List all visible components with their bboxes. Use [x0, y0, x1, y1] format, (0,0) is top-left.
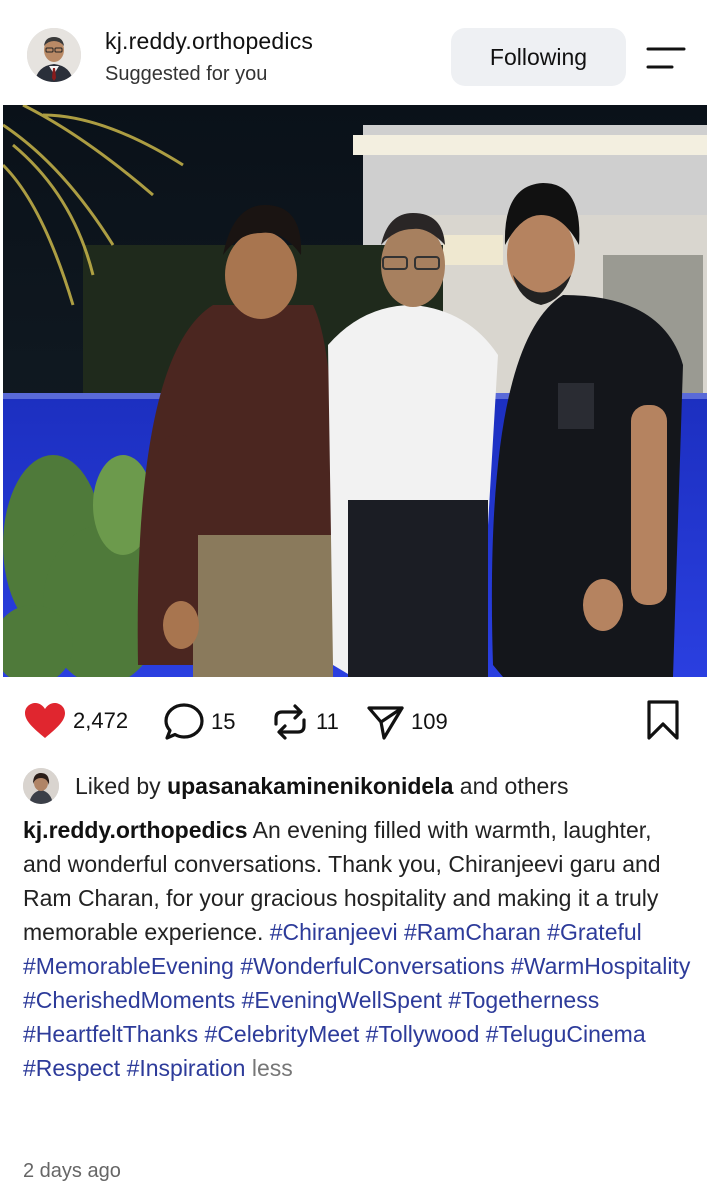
liked-by-suffix: and others [453, 772, 569, 799]
hashtag-link[interactable]: #CelebrityMeet [205, 1021, 360, 1047]
like-action[interactable]: 2,472 [23, 702, 128, 740]
liked-by-text: Liked by upasanakaminenikonidela and oth… [75, 773, 568, 800]
hashtag-link[interactable]: #EveningWellSpent [242, 987, 442, 1013]
reposts-count: 11 [316, 709, 339, 734]
liked-by-prefix: Liked by [75, 772, 168, 799]
hashtag-link[interactable]: #Togetherness [448, 987, 599, 1013]
less-link[interactable]: less [252, 1055, 293, 1081]
likes-count: 2,472 [73, 708, 129, 733]
comments-count: 15 [211, 709, 236, 734]
heart-icon[interactable] [23, 702, 67, 740]
hashtag-link[interactable]: #Inspiration [127, 1055, 246, 1081]
post-caption: kj.reddy.orthopedics An evening filled w… [23, 813, 695, 1085]
send-icon[interactable] [365, 702, 405, 742]
hashtag-link[interactable]: #RamCharan [404, 919, 541, 945]
share-action[interactable]: 109 [365, 702, 448, 742]
hashtag-link[interactable]: #Respect [23, 1055, 120, 1081]
shares-count: 109 [411, 709, 448, 734]
post-actions: 2,472 15 11 109 [0, 690, 707, 752]
post-header: kj.reddy.orthopedics Suggested for you F… [0, 0, 707, 105]
hashtag-link[interactable]: #CherishedMoments [23, 987, 235, 1013]
liker-avatar-icon[interactable] [23, 768, 59, 804]
menu-icon[interactable] [645, 44, 687, 72]
post-timestamp: 2 days ago [23, 1160, 121, 1182]
header-username[interactable]: kj.reddy.orthopedics [105, 28, 313, 55]
comment-action[interactable]: 15 [163, 702, 235, 742]
repost-icon[interactable] [270, 702, 310, 742]
hashtag-link[interactable]: #WarmHospitality [511, 953, 690, 979]
liked-by-username[interactable]: upasanakaminenikonidela [167, 773, 453, 799]
repost-action[interactable]: 11 [270, 702, 339, 742]
header-subtitle: Suggested for you [105, 63, 268, 85]
bookmark-icon[interactable] [645, 700, 681, 745]
hashtag-link[interactable]: #Tollywood [366, 1021, 480, 1047]
liked-by-row: Liked by upasanakaminenikonidela and oth… [23, 768, 568, 804]
caption-username[interactable]: kj.reddy.orthopedics [23, 817, 248, 843]
hashtag-link[interactable]: #TeluguCinema [486, 1021, 646, 1047]
hashtag-link[interactable]: #Chiranjeevi [270, 919, 398, 945]
hashtag-link[interactable]: #HeartfeltThanks [23, 1021, 198, 1047]
hashtag-link[interactable]: #Grateful [547, 919, 642, 945]
hashtag-link[interactable]: #MemorableEvening [23, 953, 234, 979]
following-button[interactable]: Following [451, 28, 626, 86]
comment-icon[interactable] [163, 702, 205, 742]
post-photo[interactable] [3, 105, 707, 677]
profile-avatar-icon[interactable] [27, 28, 81, 82]
hashtag-link[interactable]: #WonderfulConversations [240, 953, 504, 979]
